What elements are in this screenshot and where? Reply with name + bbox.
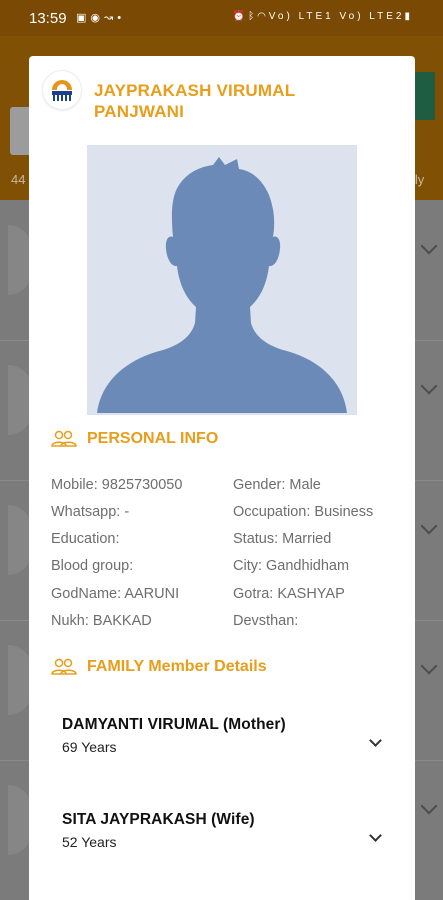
bluetooth-icon: ᛒ	[248, 11, 258, 22]
profile-dialog: JAYPRAKASH VIRUMAL PANJWANI PERSONAL INF…	[29, 56, 415, 900]
blood-group-field: Blood group:	[51, 558, 134, 574]
gallery-icon: ▣	[76, 12, 91, 24]
wifi-icon: ◠	[257, 11, 269, 22]
signal-text: Vo) LTE1 Vo) LTE2	[268, 11, 405, 22]
dot-icon: •	[117, 12, 126, 24]
gotra-field: Gotra: KASHYAP	[233, 586, 345, 602]
education-field: Education:	[51, 531, 120, 547]
family-member-name: SITA JAYPRAKASH (Wife)	[62, 811, 255, 828]
person-silhouette-icon	[87, 145, 357, 415]
whatsapp-field: Whatsapp: -	[51, 504, 130, 520]
status-time: 13:59	[29, 10, 67, 27]
family-title: FAMILY Member Details	[87, 658, 267, 675]
profile-name-line2: PANJWANI	[94, 102, 185, 121]
profile-name: JAYPRAKASH VIRUMAL PANJWANI	[94, 80, 394, 122]
mobile-field: Mobile: 9825730050	[51, 477, 183, 493]
family-member-name: DAMYANTI VIRUMAL (Mother)	[62, 716, 286, 733]
family-member-item[interactable]: DAMYANTI VIRUMAL (Mother) 69 Years	[62, 716, 392, 755]
gender-field: Gender: Male	[233, 477, 321, 493]
users-icon	[51, 658, 77, 675]
devsthan-field: Devsthan:	[233, 613, 299, 629]
system-icons: ⏰ᛒ◠Vo) LTE1 Vo) LTE2▮	[233, 11, 413, 22]
city-field: City: Gandhidham	[233, 558, 350, 574]
profile-photo	[87, 145, 357, 415]
personal-info-heading: PERSONAL INFO	[51, 430, 218, 448]
profile-name-line1: JAYPRAKASH VIRUMAL	[94, 81, 296, 100]
godname-field: GodName: AARUNI	[51, 586, 180, 602]
family-member-age: 69 Years	[62, 739, 117, 755]
alarm-icon: ⏰	[232, 11, 249, 22]
community-logo	[43, 71, 81, 109]
family-heading: FAMILY Member Details	[51, 658, 267, 676]
family-member-age: 52 Years	[62, 834, 117, 850]
nukh-field: Nukh: BAKKAD	[51, 613, 152, 629]
notification-icons: ▣◉↝•	[76, 11, 125, 24]
status-field: Status: Married	[233, 531, 332, 547]
personal-info-title: PERSONAL INFO	[87, 430, 219, 447]
battery-icon: ▮	[404, 11, 413, 22]
users-icon	[51, 430, 77, 447]
background-count: 44	[11, 172, 26, 187]
missed-call-icon: ↝	[104, 12, 118, 24]
occupation-field: Occupation: Business	[233, 504, 374, 520]
whatsapp-icon: ◉	[90, 12, 105, 24]
status-bar: 13:59 ▣◉↝• ⏰ᛒ◠Vo) LTE1 Vo) LTE2▮	[0, 0, 443, 36]
family-member-item[interactable]: SITA JAYPRAKASH (Wife) 52 Years	[62, 811, 392, 850]
